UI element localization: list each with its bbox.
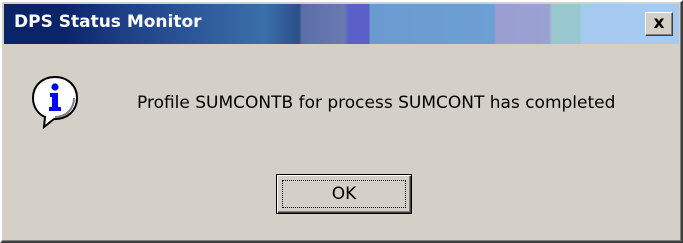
dialog-message: Profile SUMCONTB for process SUMCONT has… bbox=[137, 93, 616, 113]
information-icon bbox=[31, 75, 79, 130]
message-dialog-window: DPS Status Monitor x Profile SUMCONTB fo… bbox=[0, 0, 683, 243]
title-bar[interactable]: DPS Status Monitor x bbox=[4, 4, 679, 44]
close-button[interactable]: x bbox=[645, 12, 673, 36]
ok-button[interactable]: OK bbox=[276, 174, 412, 214]
ok-button-label: OK bbox=[331, 184, 357, 204]
close-icon: x bbox=[653, 13, 665, 33]
window-title: DPS Status Monitor bbox=[14, 12, 202, 32]
